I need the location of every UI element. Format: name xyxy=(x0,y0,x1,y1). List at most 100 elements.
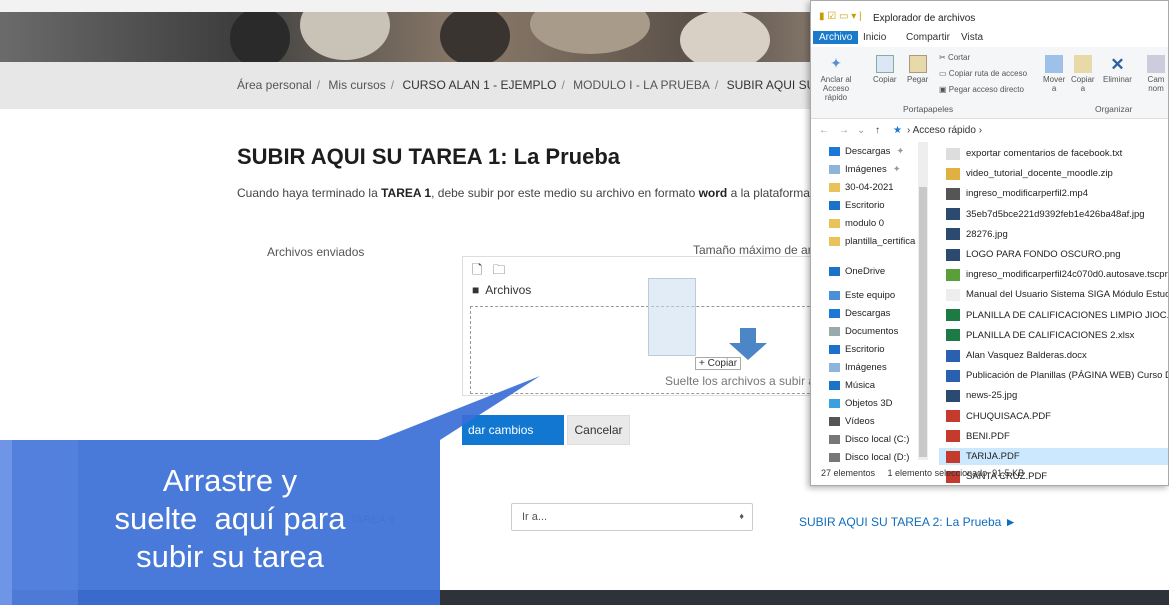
word-file-icon xyxy=(946,349,960,362)
file-list-item[interactable]: ingreso_modificarperfil24c070d0.autosave… xyxy=(939,266,1168,283)
desc-bold-word: word xyxy=(698,186,728,200)
up-icon[interactable]: ↑ xyxy=(875,125,880,136)
file-name: Alan Vasquez Balderas.docx xyxy=(966,350,1087,361)
file-list-item[interactable]: LOGO PARA FONDO OSCURO.png xyxy=(939,246,1168,263)
file-list-item[interactable]: PLANILLA DE CALIFICACIONES 2.xlsx xyxy=(939,327,1168,344)
create-folder-icon[interactable]: 🗀 xyxy=(492,262,505,277)
tab-compartir[interactable]: Compartir xyxy=(906,32,950,43)
breadcrumb-item-mis-cursos[interactable]: Mis cursos xyxy=(328,78,385,92)
nav-item[interactable]: OneDrive xyxy=(829,266,885,277)
add-file-icon[interactable]: 🗋 xyxy=(472,262,482,277)
nav-item[interactable]: modulo 0 xyxy=(829,218,884,229)
tab-inicio[interactable]: Inicio xyxy=(863,32,886,43)
nav-item-label: Escritorio xyxy=(845,200,885,211)
cancel-button[interactable]: Cancelar xyxy=(567,415,630,445)
forward-icon[interactable]: → xyxy=(839,125,849,136)
nav-item[interactable]: Escritorio xyxy=(829,344,885,355)
submitted-files-label: Archivos enviados xyxy=(267,245,365,259)
pdf-file-icon xyxy=(946,450,960,463)
file-name: PLANILLA DE CALIFICACIONES 2.xlsx xyxy=(966,329,1135,341)
desc-text-3: a la plataforma. xyxy=(727,186,814,200)
file-name: video_tutorial_docente_moodle.zip xyxy=(966,168,1113,180)
scrollbar-thumb[interactable] xyxy=(919,187,927,457)
copy-to-button[interactable]: Copiar a xyxy=(1071,55,1095,93)
file-list-item[interactable]: ingreso_modificarperfil2.mp4 xyxy=(939,185,1168,202)
file-name: Publicación de Planillas (PÁGINA WEB) Cu… xyxy=(966,370,1169,382)
callout-line-1: Arrastre y xyxy=(162,463,298,498)
page-footer xyxy=(0,590,1169,605)
copy-path-button[interactable]: ▭ Copiar ruta de acceso xyxy=(939,69,1027,78)
nav-item[interactable]: 30-04-2021 xyxy=(829,182,894,193)
file-list-item[interactable]: 28276.jpg xyxy=(939,226,1168,243)
file-list-item[interactable]: Alan Vasquez Balderas.docx xyxy=(939,347,1168,364)
zip-file-icon xyxy=(946,167,960,180)
nav-item[interactable]: Vídeos xyxy=(829,416,875,427)
nav-item[interactable]: Disco local (D:) xyxy=(829,452,909,463)
desc-text-1: Cuando haya terminado la xyxy=(237,186,382,200)
file-name: ingreso_modificarperfil2.mp4 xyxy=(966,188,1088,200)
file-list-item[interactable]: CHUQUISACA.PDF xyxy=(939,408,1168,425)
file-list-item[interactable]: BENI.PDF xyxy=(939,428,1168,445)
file-explorer-window: ▮ ☑ ▭ ▾ | Explorador de archivos Archivo… xyxy=(810,0,1169,486)
tab-vista[interactable]: Vista xyxy=(961,32,983,43)
back-icon[interactable]: ← xyxy=(819,125,829,136)
file-name: TARIJA.PDF xyxy=(966,451,1020,462)
file-list-item[interactable]: news-25.jpg xyxy=(939,387,1168,404)
navigation-scrollbar[interactable] xyxy=(918,142,928,460)
nav-item-label: Descargas xyxy=(845,308,891,319)
save-changes-button[interactable]: dar cambios xyxy=(462,415,564,445)
nav-item-label: Música xyxy=(845,380,876,391)
excel-file-icon xyxy=(946,329,960,342)
file-list-item[interactable]: Publicación de Planillas (PÁGINA WEB) Cu… xyxy=(939,367,1169,384)
breadcrumb-item-course[interactable]: CURSO ALAN 1 - EJEMPLO xyxy=(402,78,556,92)
file-name: news-25.jpg xyxy=(966,390,1018,402)
nav-item[interactable]: Documentos xyxy=(829,326,898,337)
nav-item-label: Escritorio xyxy=(845,344,885,355)
nav-item[interactable]: Descargas xyxy=(829,308,890,319)
paste-shortcut-button[interactable]: ▣ Pegar acceso directo xyxy=(939,85,1024,94)
cut-label: Cortar xyxy=(947,53,971,62)
nav-item[interactable]: Objetos 3D xyxy=(829,398,893,409)
delete-button[interactable]: ✕ Eliminar xyxy=(1103,55,1132,84)
file-list-item[interactable]: exportar comentarios de facebook.txt xyxy=(939,145,1168,162)
file-list-item[interactable]: Manual del Usuario Sistema SIGA Módulo E… xyxy=(939,286,1168,303)
nav-item-label: Imágenes xyxy=(845,362,887,373)
nav-item[interactable]: Escritorio xyxy=(829,200,885,211)
nav-item-label: modulo 0 xyxy=(845,218,885,229)
copy-icon xyxy=(875,55,894,73)
nav-item[interactable]: Música xyxy=(829,380,875,391)
cut-button[interactable]: ✂ Cortar xyxy=(939,53,970,62)
document-file-icon xyxy=(946,288,960,301)
copy-button[interactable]: Copiar xyxy=(873,55,897,84)
quick-access-toolbar-icon[interactable]: ▮ ☑ ▭ ▾ | xyxy=(819,11,862,22)
nav-item[interactable]: Este equipo xyxy=(829,290,895,301)
copy-tooltip: + Copiar xyxy=(695,357,742,370)
paste-button[interactable]: Pegar xyxy=(907,55,928,84)
file-list-item[interactable]: PLANILLA DE CALIFICACIONES LIMPIO JIOC.x… xyxy=(939,307,1168,324)
breadcrumb-item-module[interactable]: MODULO I - LA PRUEBA xyxy=(573,78,710,92)
nav-item-label: Este equipo xyxy=(845,290,896,301)
pin-quick-access-button[interactable]: ✦ Anclar al Acceso rápido xyxy=(815,55,857,102)
breadcrumb-item-area-personal[interactable]: Área personal xyxy=(237,78,312,92)
file-list-item[interactable]: TARIJA.PDF xyxy=(939,448,1168,465)
video-file-icon xyxy=(946,187,960,200)
nav-item[interactable]: plantilla_certifica xyxy=(829,236,915,247)
page-title: SUBIR AQUI SU TAREA 1: La Prueba xyxy=(237,144,621,169)
file-list-item[interactable]: video_tutorial_docente_moodle.zip xyxy=(939,165,1168,182)
nav-item[interactable]: Imágenes ✦ xyxy=(829,164,901,175)
address-bar[interactable]: ← → ⌄ ↑ ★ › Acceso rápido › xyxy=(811,122,1168,140)
jump-to-select[interactable]: Ir a... ♦ xyxy=(511,503,753,531)
recent-chevron-icon[interactable]: ⌄ xyxy=(857,125,865,136)
nav-item[interactable]: Descargas ✦ xyxy=(829,146,904,157)
file-list-item[interactable]: 35eb7d5bce221d9392feb1e426ba48af.jpg xyxy=(939,206,1168,223)
nav-item[interactable]: Disco local (C:) xyxy=(829,434,909,445)
rename-button[interactable]: Cam nom xyxy=(1147,55,1165,93)
tab-archivo[interactable]: Archivo xyxy=(813,31,859,44)
file-name: 35eb7d5bce221d9392feb1e426ba48af.jpg xyxy=(966,208,1145,220)
next-activity-link[interactable]: SUBIR AQUI SU TAREA 2: La Prueba ► xyxy=(799,515,1017,529)
navigation-pane: Descargas ✦ Imágenes ✦ 30-04-2021 Escritori… xyxy=(811,142,931,463)
folder-icon: ■ xyxy=(472,283,480,297)
nav-item[interactable]: Imágenes xyxy=(829,362,887,373)
breadcrumb: Área personal / Mis cursos / CURSO ALAN 1 … xyxy=(237,78,842,92)
move-to-button[interactable]: Mover a xyxy=(1043,55,1065,93)
